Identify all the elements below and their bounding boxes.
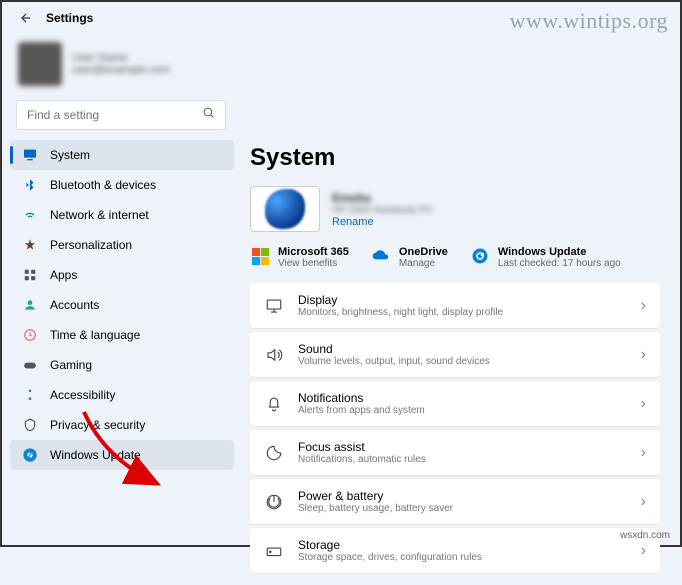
- sidebar-item-label: System: [50, 148, 90, 162]
- status-row: Microsoft 365View benefits OneDriveManag…: [250, 246, 660, 269]
- chevron-right-icon: ›: [641, 395, 646, 413]
- bluetooth-icon: [22, 177, 38, 193]
- status-windows-update[interactable]: Windows UpdateLast checked: 17 hours ago: [470, 246, 621, 269]
- network-icon: [22, 207, 38, 223]
- accessibility-icon: [22, 387, 38, 403]
- sidebar-item-label: Privacy & security: [50, 418, 145, 432]
- sidebar-item-label: Apps: [50, 268, 77, 282]
- status-onedrive[interactable]: OneDriveManage: [371, 246, 448, 269]
- sidebar-item-label: Gaming: [50, 358, 92, 372]
- search-input[interactable]: [27, 108, 215, 122]
- sidebar-item-time[interactable]: Time & language: [10, 320, 234, 350]
- sidebar-item-system[interactable]: System: [10, 140, 234, 170]
- sidebar-item-label: Network & internet: [50, 208, 149, 222]
- sidebar-item-label: Bluetooth & devices: [50, 178, 156, 192]
- microsoft-365-icon: [250, 246, 270, 266]
- profile-text: User Name user@example.com: [72, 52, 170, 76]
- sidebar-item-network[interactable]: Network & internet: [10, 200, 234, 230]
- chevron-right-icon: ›: [641, 542, 646, 560]
- update-status-icon: [470, 246, 490, 266]
- focus-assist-icon: [264, 443, 284, 463]
- sidebar-item-gaming[interactable]: Gaming: [10, 350, 234, 380]
- page-title: System: [250, 144, 660, 172]
- window-title: Settings: [46, 11, 93, 25]
- windows-update-icon: [22, 447, 38, 463]
- credit-text: wsxdn.com: [620, 530, 670, 541]
- time-icon: [22, 327, 38, 343]
- search-icon: [202, 106, 215, 124]
- accounts-icon: [22, 297, 38, 313]
- main-content: System Emeka HP 2000 Notebook PC Rename …: [242, 136, 680, 585]
- sidebar-item-personalization[interactable]: Personalization: [10, 230, 234, 260]
- notifications-icon: [264, 394, 284, 414]
- gaming-icon: [22, 357, 38, 373]
- sidebar-item-label: Accounts: [50, 298, 99, 312]
- storage-icon: [264, 541, 284, 561]
- chevron-right-icon: ›: [641, 346, 646, 364]
- sidebar-item-bluetooth[interactable]: Bluetooth & devices: [10, 170, 234, 200]
- sidebar-item-apps[interactable]: Apps: [10, 260, 234, 290]
- card-notifications[interactable]: NotificationsAlerts from apps and system…: [250, 381, 660, 426]
- search-box[interactable]: [16, 100, 226, 130]
- sidebar-item-privacy[interactable]: Privacy & security: [10, 410, 234, 440]
- device-model: HP 2000 Notebook PC: [332, 205, 433, 216]
- power-icon: [264, 492, 284, 512]
- device-name: Emeka: [332, 191, 433, 205]
- apps-icon: [22, 267, 38, 283]
- sidebar-item-label: Accessibility: [50, 388, 115, 402]
- card-focus-assist[interactable]: Focus assistNotifications, automatic rul…: [250, 430, 660, 475]
- sidebar: System Bluetooth & devices Network & int…: [2, 136, 242, 585]
- sidebar-item-label: Time & language: [50, 328, 140, 342]
- profile-block[interactable]: User Name user@example.com: [2, 34, 680, 94]
- onedrive-icon: [371, 246, 391, 266]
- chevron-right-icon: ›: [641, 444, 646, 462]
- card-sound[interactable]: SoundVolume levels, output, input, sound…: [250, 332, 660, 377]
- system-icon: [22, 147, 38, 163]
- sidebar-item-label: Windows Update: [50, 448, 141, 462]
- sound-icon: [264, 345, 284, 365]
- sidebar-item-accounts[interactable]: Accounts: [10, 290, 234, 320]
- card-storage[interactable]: StorageStorage space, drives, configurat…: [250, 528, 660, 573]
- back-button[interactable]: [18, 10, 34, 26]
- privacy-icon: [22, 417, 38, 433]
- card-display[interactable]: DisplayMonitors, brightness, night light…: [250, 283, 660, 328]
- personalization-icon: [22, 237, 38, 253]
- display-icon: [264, 296, 284, 316]
- card-power[interactable]: Power & batterySleep, battery usage, bat…: [250, 479, 660, 524]
- sidebar-item-windows-update[interactable]: Windows Update: [10, 440, 234, 470]
- status-m365[interactable]: Microsoft 365View benefits: [250, 246, 349, 269]
- watermark-text: www.wintips.org: [510, 8, 668, 34]
- sidebar-item-label: Personalization: [50, 238, 132, 252]
- chevron-right-icon: ›: [641, 297, 646, 315]
- chevron-right-icon: ›: [641, 493, 646, 511]
- sidebar-item-accessibility[interactable]: Accessibility: [10, 380, 234, 410]
- device-image: [250, 186, 320, 232]
- rename-link[interactable]: Rename: [332, 216, 433, 228]
- avatar: [18, 42, 62, 86]
- device-row: Emeka HP 2000 Notebook PC Rename: [250, 186, 660, 232]
